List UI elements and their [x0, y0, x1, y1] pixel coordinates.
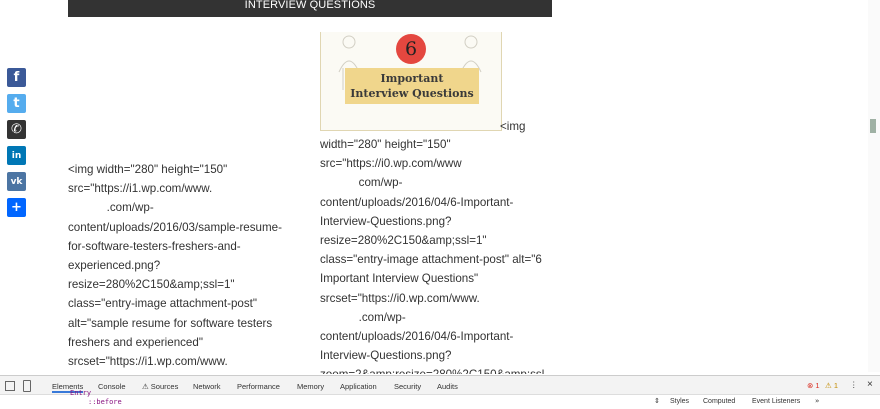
device-toolbar-icon[interactable]: [23, 380, 31, 392]
vk-icon: vk: [10, 176, 23, 187]
error-count: 1: [815, 381, 820, 390]
devtools-more-tabs-button[interactable]: »: [815, 397, 819, 405]
twitter-icon: t: [13, 96, 20, 111]
thumbnail-title-box: Important Interview Questions: [345, 68, 479, 104]
error-count-badge[interactable]: ⊗ 1: [807, 381, 820, 390]
page-header-title: INTERVIEW QUESTIONS: [244, 0, 376, 11]
right-column-code-text: width="280" height="150" src="https://i0…: [320, 138, 544, 374]
styles-scroll-arrows-icon[interactable]: ⇕: [654, 397, 660, 405]
devtools-tab-security[interactable]: Security: [394, 382, 421, 391]
inspect-element-icon[interactable]: [5, 381, 15, 391]
devtools-tab-memory[interactable]: Memory: [297, 382, 324, 391]
right-column-code-tail: <img: [500, 120, 526, 133]
page-header-bar: INTERVIEW QUESTIONS: [68, 0, 552, 17]
more-share-button[interactable]: +: [7, 198, 26, 217]
devtools-tab-network[interactable]: Network: [193, 382, 221, 391]
left-column-code-text: <img width="280" height="150" src="https…: [68, 163, 282, 369]
close-devtools-icon[interactable]: ×: [867, 379, 873, 390]
devtools-tab-application[interactable]: Application: [340, 382, 377, 391]
warning-count: 1: [833, 381, 838, 390]
dom-tree-line1[interactable]: Entry: [70, 389, 91, 397]
dom-tree-line2[interactable]: ::before: [88, 398, 122, 406]
page-scrollbar[interactable]: [868, 0, 880, 372]
warning-count-badge[interactable]: ⚠ 1: [825, 381, 838, 390]
devtools-tab-sources[interactable]: ⚠ Sources: [142, 382, 178, 391]
whatsapp-share-button[interactable]: ✆: [7, 120, 26, 139]
vk-share-button[interactable]: vk: [7, 172, 26, 191]
whatsapp-icon: ✆: [11, 122, 22, 137]
thumbnail-6-important-interview-questions[interactable]: 6 Important Interview Questions: [320, 32, 502, 131]
devtools-side-tab-styles[interactable]: Styles: [670, 398, 689, 405]
thumbnail-number-badge: 6: [396, 34, 426, 64]
facebook-icon: f: [13, 70, 20, 85]
facebook-share-button[interactable]: f: [7, 68, 26, 87]
thumbnail-title-line1: Important: [380, 72, 444, 85]
devtools-side-tab-computed[interactable]: Computed: [703, 398, 735, 405]
devtools-tab-console[interactable]: Console: [98, 382, 126, 391]
twitter-share-button[interactable]: t: [7, 94, 26, 113]
devtools-side-tab-event-listeners[interactable]: Event Listeners: [752, 398, 800, 405]
linkedin-icon: in: [11, 150, 22, 161]
devtools-menu-icon[interactable]: ⋮: [850, 380, 858, 389]
scroll-position-marker[interactable]: [870, 119, 876, 133]
devtools-panel: Elements Console ⚠ Sources Network Performan…: [0, 375, 880, 409]
linkedin-share-button[interactable]: in: [7, 146, 26, 165]
thumbnail-title-line2: Interview Questions: [350, 87, 474, 100]
plus-icon: +: [11, 200, 22, 215]
devtools-tab-performance[interactable]: Performance: [237, 382, 280, 391]
devtools-tab-audits[interactable]: Audits: [437, 382, 458, 391]
